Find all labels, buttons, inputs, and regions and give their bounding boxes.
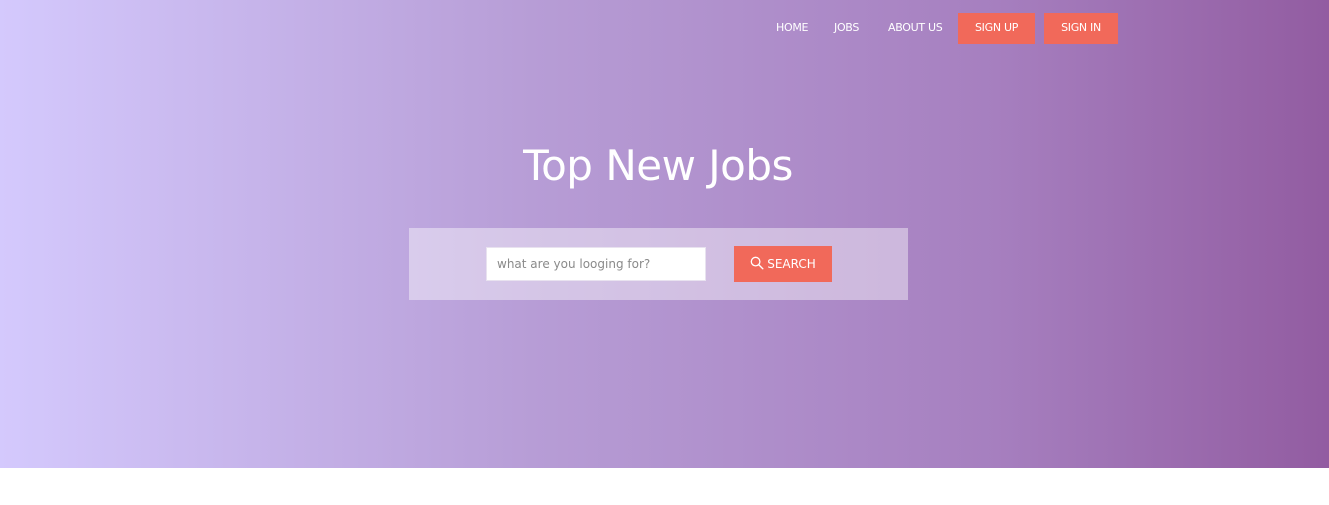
search-icon <box>750 256 764 270</box>
sign-up-button[interactable]: SIGN UP <box>958 13 1035 44</box>
search-panel: SEARCH <box>409 228 908 300</box>
sign-in-button[interactable]: SIGN IN <box>1044 13 1118 44</box>
nav-link-about-us[interactable]: ABOUT US <box>888 13 943 44</box>
nav-link-home[interactable]: HOME <box>776 13 808 44</box>
search-button-label: SEARCH <box>767 257 816 271</box>
top-navigation: HOME JOBS ABOUT US SIGN UP SIGN IN <box>0 13 1329 44</box>
nav-link-jobs[interactable]: JOBS <box>834 13 859 44</box>
hero-title: Top New Jobs <box>523 141 793 190</box>
hero-banner: HOME JOBS ABOUT US SIGN UP SIGN IN Top N… <box>0 0 1329 468</box>
search-input[interactable] <box>486 247 706 281</box>
search-button[interactable]: SEARCH <box>734 246 832 282</box>
